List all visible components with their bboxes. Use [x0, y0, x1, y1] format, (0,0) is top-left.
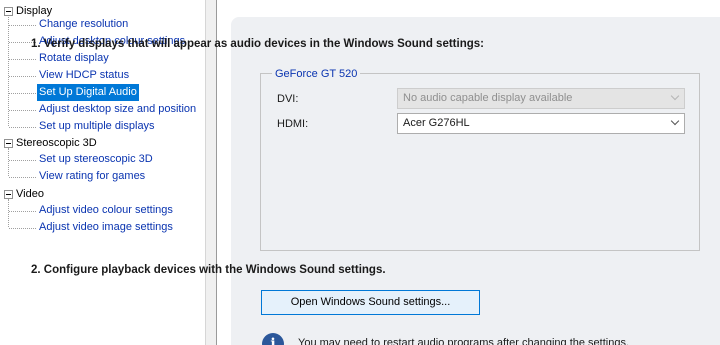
dvi-select-value: No audio capable display available	[403, 92, 573, 104]
navigation-tree: Display Change resolution Adjust desktop…	[0, 0, 205, 345]
dvi-display-select[interactable]: No audio capable display available	[397, 88, 685, 109]
tree-item-adjust-video-colour[interactable]: Adjust video colour settings	[37, 202, 175, 219]
hdmi-label: HDMI:	[277, 118, 309, 130]
hdmi-display-select[interactable]: Acer G276HL	[397, 113, 685, 134]
chevron-down-icon	[670, 116, 680, 126]
tree-connector	[9, 59, 36, 60]
tree-group-label: Stereoscopic 3D	[16, 137, 97, 149]
tree-item-set-up-multiple-displays[interactable]: Set up multiple displays	[37, 118, 157, 135]
collapse-icon[interactable]	[4, 139, 13, 148]
tree-connector	[9, 177, 36, 178]
open-windows-sound-settings-button[interactable]: Open Windows Sound settings...	[261, 290, 480, 315]
tree-connector	[9, 110, 36, 111]
dvi-label: DVI:	[277, 93, 299, 105]
tree-item-view-hdcp-status[interactable]: View HDCP status	[37, 67, 131, 84]
tree-item-view-rating-for-games[interactable]: View rating for games	[37, 168, 147, 185]
tree-item-adjust-desktop-size[interactable]: Adjust desktop size and position	[37, 101, 198, 118]
pane-splitter[interactable]	[205, 0, 217, 345]
tree-connector	[8, 148, 9, 176]
tree-item-change-resolution[interactable]: Change resolution	[37, 16, 130, 33]
tree-item-adjust-video-image[interactable]: Adjust video image settings	[37, 219, 175, 236]
info-note: You may need to restart audio programs a…	[298, 337, 630, 345]
tree-connector	[9, 127, 36, 128]
tree-connector	[9, 211, 36, 212]
tree-group-label: Video	[16, 188, 44, 200]
tree-connector	[9, 76, 36, 77]
tree-item-rotate-display[interactable]: Rotate display	[37, 50, 111, 67]
step-2-heading: 2. Configure playback devices with the W…	[31, 264, 386, 276]
tree-item-set-up-stereoscopic-3d[interactable]: Set up stereoscopic 3D	[37, 151, 155, 168]
tree-connector	[9, 228, 36, 229]
hdmi-select-value: Acer G276HL	[403, 117, 470, 129]
chevron-down-icon	[670, 91, 680, 101]
collapse-icon[interactable]	[4, 7, 13, 16]
gpu-name: GeForce GT 520	[272, 67, 361, 81]
tree-connector	[9, 160, 36, 161]
step-1-heading: 1. Verify displays that will appear as a…	[31, 38, 484, 50]
collapse-icon[interactable]	[4, 190, 13, 199]
tree-connector	[9, 25, 36, 26]
tree-item-set-up-digital-audio[interactable]: Set Up Digital Audio	[37, 84, 139, 101]
tree-connector	[9, 93, 36, 94]
tree-connector	[8, 199, 9, 227]
